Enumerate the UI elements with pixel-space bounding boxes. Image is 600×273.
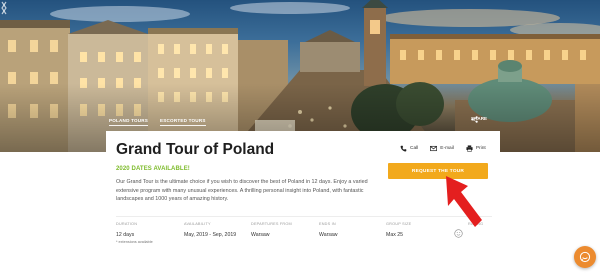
- tag-poland-tours[interactable]: POLAND TOURS: [109, 118, 149, 126]
- page: POLAND TOURS ESCORTED TOURS SHARE Grand …: [0, 0, 600, 273]
- fact-label: AVAILABILITY: [184, 222, 211, 226]
- fact-availability: AVAILABILITY May, 2019 - Sep, 2019: [184, 222, 236, 238]
- red-arrow-annotation: [446, 176, 482, 227]
- phone-icon: [400, 145, 407, 152]
- fact-ends-in: ENDS IN Warsaw: [319, 222, 338, 238]
- fact-group-size: GROUP SIZE Max 25: [386, 222, 411, 238]
- hero-image: POLAND TOURS ESCORTED TOURS SHARE: [0, 0, 600, 152]
- tag-label: POLAND TOURS: [109, 118, 149, 123]
- tag-escorted-tours[interactable]: ESCORTED TOURS: [160, 118, 206, 126]
- share-button[interactable]: SHARE: [471, 116, 487, 123]
- fact-label: GROUP SIZE: [386, 222, 412, 226]
- tag-underline: [160, 125, 206, 126]
- chat-icon: [579, 251, 591, 263]
- call-label: Call: [410, 146, 419, 151]
- printer-icon: [466, 145, 473, 152]
- fact-label: ENDS IN: [319, 222, 336, 226]
- chat-button[interactable]: [574, 246, 596, 268]
- call-button[interactable]: Call: [400, 145, 418, 152]
- fact-duration: DURATION 12 days * extensions available: [116, 222, 153, 244]
- fact-value: Warsaw: [319, 232, 338, 238]
- fact-value: Max 25: [386, 232, 404, 238]
- tag-label: ESCORTED TOURS: [160, 118, 206, 123]
- fact-label: DURATION: [116, 222, 138, 226]
- page-title: Grand Tour of Poland: [116, 141, 275, 158]
- email-button[interactable]: E-mail: [430, 145, 454, 152]
- fact-value: Warsaw: [251, 232, 270, 238]
- hero-overlay: [0, 0, 600, 152]
- tag-underline: [109, 125, 149, 126]
- print-label: Print: [475, 146, 486, 151]
- chevron-right-icon[interactable]: [0, 0, 8, 16]
- fact-note: * extensions available: [116, 240, 153, 244]
- fact-value: 12 days: [116, 232, 135, 238]
- email-icon: [430, 145, 438, 152]
- divider: [116, 216, 492, 217]
- print-button[interactable]: Print: [466, 145, 486, 152]
- fact-value: May, 2019 - Sep, 2019: [184, 232, 237, 238]
- email-label: E-mail: [440, 146, 454, 151]
- tour-description: Our Grand Tour is the ultimate choice if…: [116, 179, 368, 202]
- fact-departures: DEPARTURES FROM Warsaw: [251, 222, 292, 238]
- contact-actions: Call E-mail Print: [400, 145, 486, 152]
- share-icon: [471, 116, 478, 123]
- fact-label: DEPARTURES FROM: [251, 222, 292, 226]
- tour-facts: DURATION 12 days * extensions available …: [116, 222, 496, 248]
- availability-badge: 2020 DATES AVAILABLE!: [116, 166, 190, 172]
